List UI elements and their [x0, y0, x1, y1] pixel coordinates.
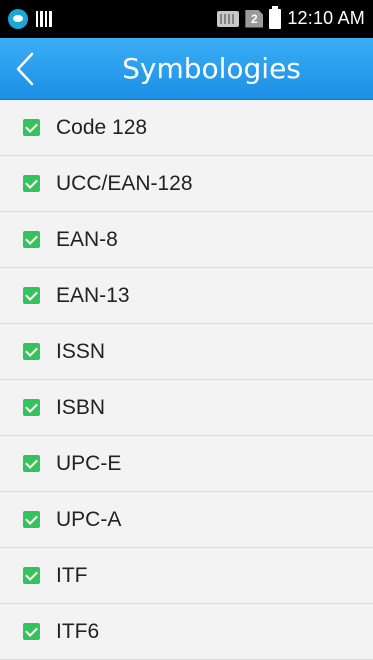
- status-bar: 2 12:10 AM: [0, 0, 373, 38]
- battery-icon: [269, 5, 282, 29]
- checkbox-checked-icon[interactable]: [23, 287, 40, 304]
- app-bar: Symbologies: [0, 38, 373, 100]
- list-item[interactable]: ISBN: [0, 380, 373, 436]
- list-item-label: Code 128: [56, 115, 148, 139]
- list-item-label: UPC-A: [56, 507, 122, 531]
- list-item[interactable]: Code 128: [0, 100, 373, 156]
- app-notification-icon: [8, 9, 28, 29]
- list-item-label: ISBN: [56, 395, 106, 419]
- page-title: Symbologies: [122, 52, 301, 85]
- list-item-label: UPC-E: [56, 451, 122, 475]
- list-item[interactable]: UPC-E: [0, 436, 373, 492]
- checkbox-checked-icon[interactable]: [23, 343, 40, 360]
- sim-card-icon: 2: [245, 9, 264, 28]
- list-item[interactable]: ISSN: [0, 324, 373, 380]
- checkbox-checked-icon[interactable]: [23, 567, 40, 584]
- list-item[interactable]: ITF: [0, 548, 373, 604]
- list-item[interactable]: UCC/EAN-128: [0, 156, 373, 212]
- list-item[interactable]: EAN-13: [0, 268, 373, 324]
- status-clock: 12:10 AM: [287, 8, 365, 28]
- list-item[interactable]: UPC-A: [0, 492, 373, 548]
- list-item-label: ISSN: [56, 339, 106, 363]
- list-item-label: ITF6: [56, 619, 100, 643]
- list-item[interactable]: EAN-8: [0, 212, 373, 268]
- checkbox-checked-icon[interactable]: [23, 231, 40, 248]
- checkbox-checked-icon[interactable]: [23, 455, 40, 472]
- list-item-label: EAN-13: [56, 283, 130, 307]
- keyboard-icon: [217, 10, 240, 27]
- list-item-label: EAN-8: [56, 227, 118, 251]
- barcode-notification-icon: [36, 11, 52, 27]
- checkbox-checked-icon[interactable]: [23, 399, 40, 416]
- symbology-list: Code 128 UCC/EAN-128 EAN-8 EAN-13 ISSN I…: [0, 100, 373, 660]
- checkbox-checked-icon[interactable]: [23, 119, 40, 136]
- checkbox-checked-icon[interactable]: [23, 175, 40, 192]
- list-item-label: ITF: [56, 563, 88, 587]
- checkbox-checked-icon[interactable]: [23, 623, 40, 640]
- checkbox-checked-icon[interactable]: [23, 511, 40, 528]
- list-item-label: UCC/EAN-128: [56, 171, 193, 195]
- list-item[interactable]: ITF6: [0, 604, 373, 660]
